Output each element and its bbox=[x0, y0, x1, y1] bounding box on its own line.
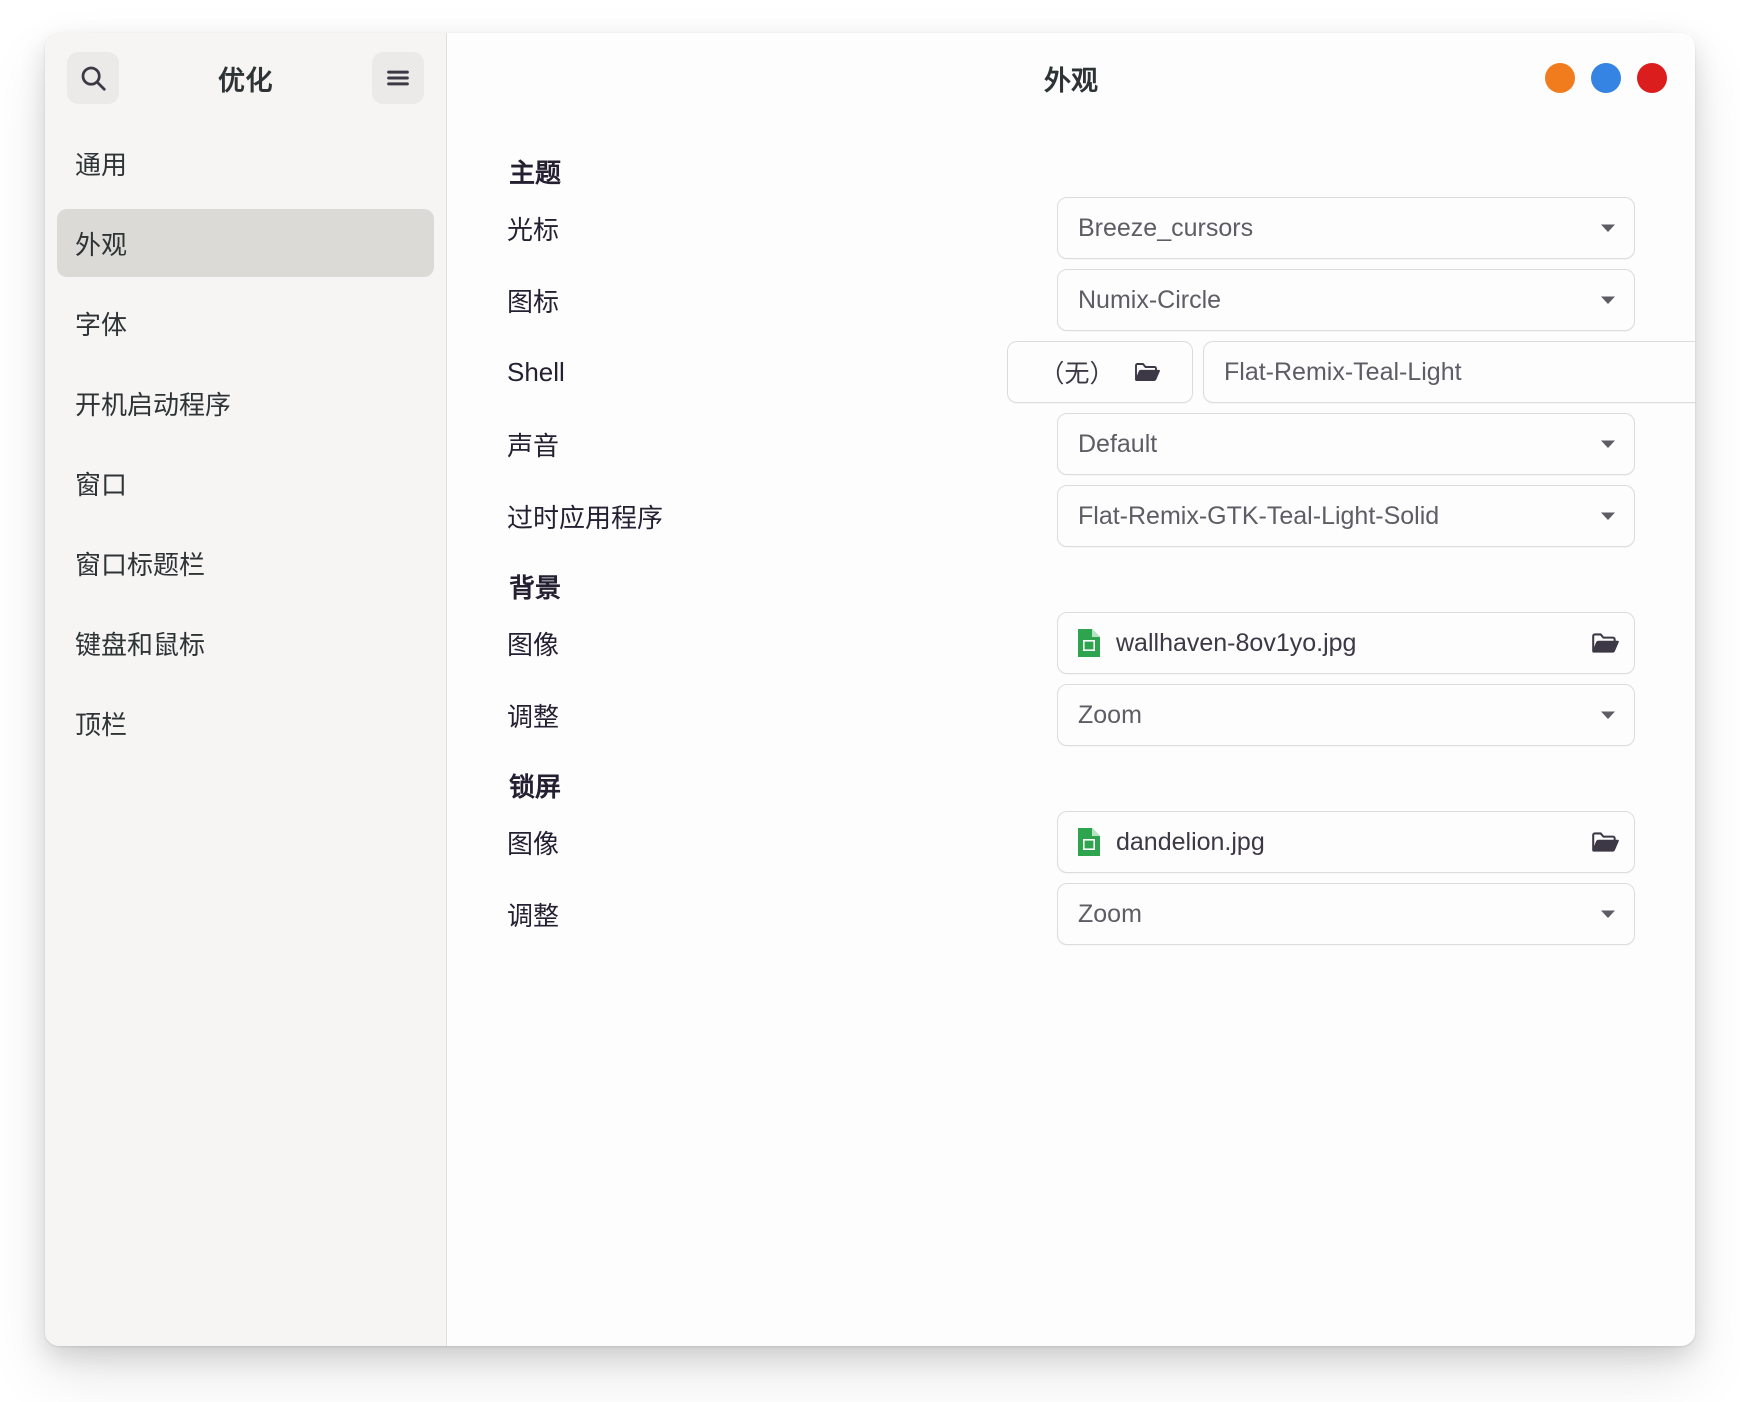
legacy-applications-value: Flat-Remix-GTK-Teal-Light-Solid bbox=[1078, 502, 1588, 531]
sidebar-item-window-titlebars[interactable]: 窗口标题栏 bbox=[57, 529, 434, 597]
setting-row-background-adjustment: 调整 Zoom bbox=[507, 681, 1635, 749]
sidebar-nav-list: 通用 外观 字体 开机启动程序 窗口 窗口标题栏 键盘和鼠标 顶栏 bbox=[45, 123, 446, 1346]
icon-theme-value: Numix-Circle bbox=[1078, 286, 1588, 315]
setting-row-lockscreen-adjustment: 调整 Zoom bbox=[507, 880, 1635, 948]
background-adjustment-value: Zoom bbox=[1078, 701, 1588, 730]
lockscreen-image-filename: dandelion.jpg bbox=[1116, 828, 1576, 857]
chevron-down-icon bbox=[1598, 218, 1618, 238]
setting-label: Shell bbox=[507, 357, 1007, 388]
maximize-button[interactable] bbox=[1591, 63, 1621, 93]
section-title-theme: 主题 bbox=[507, 153, 1635, 190]
setting-controls: wallhaven-8ov1yo.jpg bbox=[1057, 612, 1635, 674]
sidebar-item-label: 外观 bbox=[75, 225, 127, 262]
setting-controls: Breeze_cursors bbox=[1057, 197, 1635, 259]
sidebar-item-appearance[interactable]: 外观 bbox=[57, 209, 434, 277]
sidebar-item-keyboard-and-mouse[interactable]: 键盘和鼠标 bbox=[57, 609, 434, 677]
sidebar-item-top-bar[interactable]: 顶栏 bbox=[57, 689, 434, 757]
setting-controls: Default bbox=[1057, 413, 1635, 475]
hamburger-menu-icon bbox=[384, 64, 412, 92]
setting-row-legacy-applications: 过时应用程序 Flat-Remix-GTK-Teal-Light-Solid bbox=[507, 482, 1635, 550]
main-menu-button[interactable] bbox=[372, 52, 424, 104]
sidebar-item-label: 顶栏 bbox=[75, 705, 127, 742]
setting-label: 图像 bbox=[507, 625, 1007, 662]
sound-theme-value: Default bbox=[1078, 430, 1588, 459]
icon-theme-dropdown[interactable]: Numix-Circle bbox=[1057, 269, 1635, 331]
chevron-down-icon bbox=[1598, 506, 1618, 526]
section-title-lock-screen: 锁屏 bbox=[507, 767, 1635, 804]
setting-label: 声音 bbox=[507, 426, 1007, 463]
section-title-background: 背景 bbox=[507, 568, 1635, 605]
shell-theme-value: Flat-Remix-Teal-Light bbox=[1224, 358, 1695, 387]
setting-label: 调整 bbox=[507, 896, 1007, 933]
shell-theme-install-label: （无） bbox=[1039, 354, 1114, 390]
sidebar-item-windows[interactable]: 窗口 bbox=[57, 449, 434, 517]
setting-label: 图标 bbox=[507, 282, 1007, 319]
lockscreen-adjustment-value: Zoom bbox=[1078, 900, 1588, 929]
setting-controls: Numix-Circle bbox=[1057, 269, 1635, 331]
close-button[interactable] bbox=[1637, 63, 1667, 93]
cursor-theme-dropdown[interactable]: Breeze_cursors bbox=[1057, 197, 1635, 259]
sidebar-item-general[interactable]: 通用 bbox=[57, 129, 434, 197]
minimize-button[interactable] bbox=[1545, 63, 1575, 93]
app-title: 优化 bbox=[119, 59, 372, 98]
image-file-icon bbox=[1076, 628, 1102, 658]
lockscreen-image-filechooser[interactable]: dandelion.jpg bbox=[1057, 811, 1635, 873]
content-pane: 外观 主题 光标 Breeze_cursors bbox=[447, 33, 1695, 1346]
sidebar-item-fonts[interactable]: 字体 bbox=[57, 289, 434, 357]
setting-label: 调整 bbox=[507, 697, 1007, 734]
sidebar: 优化 通用 外观 字体 开机 bbox=[45, 33, 447, 1346]
legacy-applications-dropdown[interactable]: Flat-Remix-GTK-Teal-Light-Solid bbox=[1057, 485, 1635, 547]
setting-controls: Flat-Remix-GTK-Teal-Light-Solid bbox=[1057, 485, 1635, 547]
tweaks-app-window: 优化 通用 外观 字体 开机 bbox=[45, 33, 1695, 1346]
setting-controls: dandelion.jpg bbox=[1057, 811, 1635, 873]
setting-row-cursor: 光标 Breeze_cursors bbox=[507, 194, 1635, 262]
setting-row-sound: 声音 Default bbox=[507, 410, 1635, 478]
chevron-down-icon bbox=[1598, 290, 1618, 310]
sidebar-item-label: 键盘和鼠标 bbox=[75, 625, 205, 662]
chevron-down-icon bbox=[1598, 904, 1618, 924]
page-title: 外观 bbox=[447, 59, 1695, 98]
setting-controls: Zoom bbox=[1057, 684, 1635, 746]
sidebar-item-label: 通用 bbox=[75, 145, 127, 182]
setting-controls: Zoom bbox=[1057, 883, 1635, 945]
setting-label: 光标 bbox=[507, 210, 1007, 247]
shell-theme-install-button[interactable]: （无） bbox=[1007, 341, 1193, 403]
chevron-down-icon bbox=[1598, 705, 1618, 725]
background-image-filechooser[interactable]: wallhaven-8ov1yo.jpg bbox=[1057, 612, 1635, 674]
setting-row-background-image: 图像 wallhaven-8ov1yo.jpg bbox=[507, 609, 1635, 677]
sidebar-header: 优化 bbox=[45, 33, 446, 123]
lockscreen-adjustment-dropdown[interactable]: Zoom bbox=[1057, 883, 1635, 945]
cursor-theme-value: Breeze_cursors bbox=[1078, 214, 1588, 243]
setting-label: 过时应用程序 bbox=[507, 498, 1007, 535]
search-button[interactable] bbox=[67, 52, 119, 104]
setting-row-icons: 图标 Numix-Circle bbox=[507, 266, 1635, 334]
setting-controls: （无） Flat-Remix-Teal-Light bbox=[1007, 341, 1695, 403]
background-image-filename: wallhaven-8ov1yo.jpg bbox=[1116, 629, 1576, 658]
folder-open-icon bbox=[1590, 629, 1620, 657]
sidebar-item-label: 窗口 bbox=[75, 465, 127, 502]
setting-row-lockscreen-image: 图像 dandelion.jpg bbox=[507, 808, 1635, 876]
folder-open-icon bbox=[1590, 828, 1620, 856]
sidebar-item-startup-applications[interactable]: 开机启动程序 bbox=[57, 369, 434, 437]
image-file-icon bbox=[1076, 827, 1102, 857]
chevron-down-icon bbox=[1598, 434, 1618, 454]
content-header: 外观 bbox=[447, 33, 1695, 123]
sidebar-item-label: 字体 bbox=[75, 305, 127, 342]
sound-theme-dropdown[interactable]: Default bbox=[1057, 413, 1635, 475]
setting-label: 图像 bbox=[507, 824, 1007, 861]
folder-open-icon bbox=[1133, 359, 1161, 385]
search-icon bbox=[78, 63, 108, 93]
settings-list: 主题 光标 Breeze_cursors 图标 Numix-Circle bbox=[447, 123, 1695, 1346]
sidebar-item-label: 开机启动程序 bbox=[75, 385, 231, 422]
background-adjustment-dropdown[interactable]: Zoom bbox=[1057, 684, 1635, 746]
shell-theme-dropdown[interactable]: Flat-Remix-Teal-Light bbox=[1203, 341, 1695, 403]
window-controls bbox=[1545, 63, 1667, 93]
setting-row-shell: Shell （无） Flat-Remix-Teal-Light bbox=[507, 338, 1635, 406]
sidebar-item-label: 窗口标题栏 bbox=[75, 545, 205, 582]
